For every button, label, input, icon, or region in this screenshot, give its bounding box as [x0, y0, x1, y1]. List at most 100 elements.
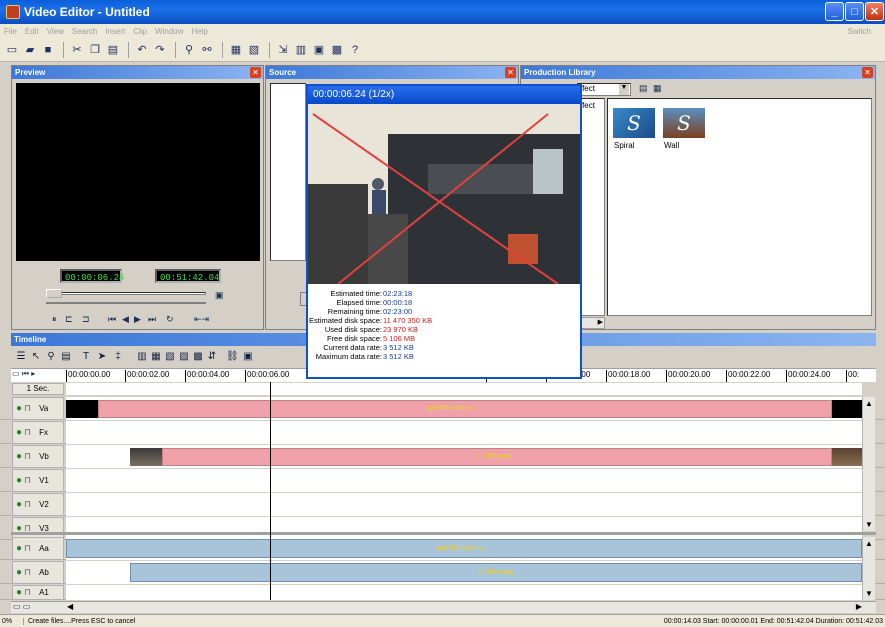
track-view-icon[interactable]: ▭ ▭ [13, 602, 30, 611]
close-icon[interactable]: ✕ [250, 67, 261, 78]
audible-icon[interactable]: ● [16, 587, 22, 598]
close-icon[interactable]: ✕ [505, 67, 516, 78]
zoom-icon[interactable]: ⚲ [45, 351, 57, 363]
find-icon[interactable]: ⚲ [181, 42, 197, 58]
track-header[interactable]: ● ⊓ Fx [12, 421, 64, 444]
track-lane[interactable]: spd-2kb-ab9.avi [66, 397, 862, 420]
menu-switch[interactable]: Switch [847, 27, 871, 36]
effect-dropdown[interactable]: ffect ▼ [577, 83, 631, 96]
track-lane[interactable] [66, 469, 862, 492]
track-lane[interactable] [66, 493, 862, 516]
snap-icon[interactable]: ⇵ [206, 351, 218, 363]
menu-edit[interactable]: Edit [25, 27, 39, 36]
track-lane[interactable]: 1_005.mpg [66, 561, 862, 584]
group-icon[interactable]: ▣ [242, 351, 254, 363]
menu-clip[interactable]: Clip [133, 27, 147, 36]
lock-icon[interactable]: ⊓ [24, 475, 31, 486]
lock-icon[interactable]: ⊓ [24, 451, 31, 462]
export-icon[interactable]: ⇲ [275, 42, 291, 58]
audible-icon[interactable]: ● [16, 543, 22, 554]
menu-search[interactable]: Search [72, 27, 97, 36]
track-lane[interactable] [66, 585, 862, 600]
slide-icon[interactable]: ▩ [192, 351, 204, 363]
ruler-controls[interactable]: ▭ ⏮ ▸ [12, 369, 62, 381]
scroll-left-icon[interactable]: ◀ [67, 602, 73, 611]
scroll-right-icon[interactable]: ▶ [598, 318, 603, 326]
lock-icon[interactable]: ⊓ [24, 403, 31, 414]
track-header[interactable]: ● ⊓ Va [12, 397, 64, 420]
help-icon[interactable]: ? [347, 42, 363, 58]
scroll-up-icon[interactable]: ▲ [865, 539, 873, 548]
track-lane[interactable]: 1_005.mpg [66, 445, 862, 468]
trim-icon[interactable]: ▥ [136, 351, 148, 363]
new-icon[interactable]: ▭ [4, 42, 20, 58]
cut-icon[interactable]: ✂ [69, 42, 85, 58]
ripple-icon[interactable]: ▦ [150, 351, 162, 363]
capture-icon[interactable]: ▣ [311, 42, 327, 58]
track-splitter[interactable] [11, 532, 876, 535]
zoom-level[interactable]: 1 Sec. [12, 383, 64, 395]
mark-in-icon[interactable]: ⊏ [65, 314, 73, 325]
go-end-icon[interactable]: ⏭ [148, 314, 156, 325]
grid-icon[interactable]: ▦ [653, 83, 662, 94]
track-lane[interactable]: spd-2kb-ab9.avi [66, 537, 862, 560]
track-header[interactable]: ● ⊓ V1 [12, 469, 64, 492]
lock-icon[interactable]: ⊓ [24, 543, 31, 554]
menu-view[interactable]: View [47, 27, 64, 36]
current-timecode[interactable]: 00:00:06.24 [60, 269, 124, 283]
menu-insert[interactable]: Insert [105, 27, 125, 36]
tree-item[interactable]: ffect [580, 101, 595, 110]
maximize-button[interactable]: □ [845, 2, 864, 21]
redo-icon[interactable]: ↷ [152, 42, 168, 58]
lock-icon[interactable]: ⊓ [24, 499, 31, 510]
close-button[interactable]: ✕ [865, 2, 884, 21]
scroll-right-icon[interactable]: ▶ [856, 602, 862, 611]
track-header[interactable]: ● ⊓ A1 [12, 585, 64, 600]
undo-icon[interactable]: ↶ [134, 42, 150, 58]
slip-icon[interactable]: ▨ [178, 351, 190, 363]
total-timecode[interactable]: 00:51:42.04 [155, 269, 221, 283]
properties-icon[interactable]: ▦ [228, 42, 244, 58]
visible-icon[interactable]: ● [16, 475, 22, 486]
chevron-down-icon[interactable]: ▼ [619, 84, 629, 95]
pause-icon[interactable]: ⏸ [52, 314, 57, 325]
close-icon[interactable]: ✕ [862, 67, 873, 78]
slider-thumb[interactable] [46, 289, 62, 298]
loop-icon[interactable]: ↻ [166, 314, 174, 325]
page-icon[interactable]: ▤ [60, 351, 72, 363]
audio-vscroll[interactable]: ▲ ▼ [862, 537, 875, 600]
storyboard-icon[interactable]: ☰ [15, 351, 27, 363]
track-header[interactable]: ● ⊓ Ab [12, 561, 64, 584]
open-icon[interactable]: ▰ [22, 42, 38, 58]
in-out-icon[interactable]: ⇤⇥ [194, 314, 209, 325]
save-icon[interactable]: ■ [40, 42, 56, 58]
library-item-wall[interactable]: S Wall [662, 107, 706, 152]
scroll-up-icon[interactable]: ▲ [865, 399, 873, 408]
copy-icon[interactable]: ❐ [87, 42, 103, 58]
monitor-icon[interactable]: ▣ [215, 290, 224, 301]
lock-icon[interactable]: ⊓ [24, 567, 31, 578]
track-lane[interactable] [66, 421, 862, 444]
view-icon[interactable]: ▤ [639, 83, 648, 94]
visible-icon[interactable]: ● [16, 451, 22, 462]
effects-icon[interactable]: ▩ [329, 42, 345, 58]
roll-icon[interactable]: ▧ [164, 351, 176, 363]
lock-icon[interactable]: ⊓ [24, 427, 31, 438]
paste-icon[interactable]: ▤ [105, 42, 121, 58]
tools-icon[interactable]: ▧ [246, 42, 262, 58]
playhead[interactable] [270, 382, 271, 600]
track-header[interactable]: ● ⊓ V2 [12, 493, 64, 516]
visible-icon[interactable]: ● [16, 403, 22, 414]
video-vscroll[interactable]: ▲ ▼ [862, 397, 875, 531]
scroll-down-icon[interactable]: ▼ [865, 589, 873, 598]
pointer-icon[interactable]: ↖ [30, 351, 42, 363]
menu-window[interactable]: Window [155, 27, 183, 36]
step-back-icon[interactable]: ◀ [122, 314, 129, 325]
binoculars-icon[interactable]: ⚯ [199, 42, 215, 58]
menu-file[interactable]: File [4, 27, 17, 36]
play-icon[interactable]: ▶ [134, 314, 141, 325]
lock-icon[interactable]: ⊓ [24, 587, 31, 598]
text-icon[interactable]: T [80, 351, 92, 363]
marker-icon[interactable]: ➤ [96, 351, 108, 363]
visible-icon[interactable]: ● [16, 499, 22, 510]
